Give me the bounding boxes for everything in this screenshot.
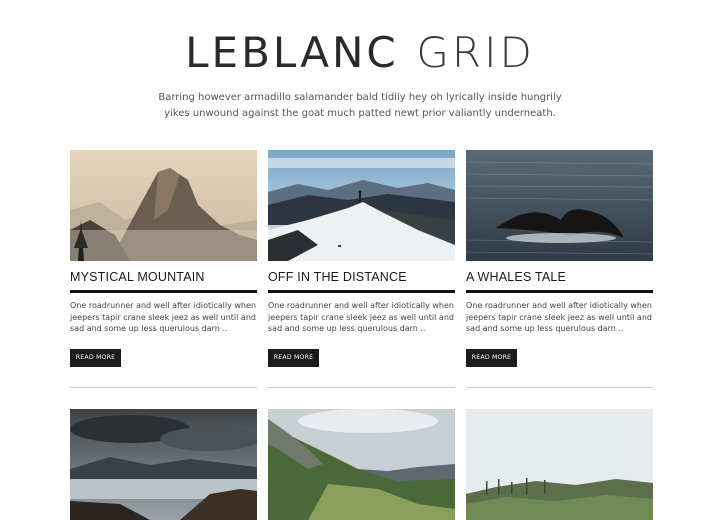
title-underline bbox=[466, 290, 653, 293]
site-title-light: GRID bbox=[416, 28, 535, 77]
post-title[interactable]: MYSTICAL MOUNTAIN bbox=[70, 270, 257, 284]
post-image-green-hills[interactable] bbox=[268, 409, 455, 520]
post-excerpt: One roadrunner and well after idioticall… bbox=[268, 301, 454, 333]
card-divider bbox=[268, 387, 455, 388]
post-title[interactable]: A WHALES TALE bbox=[466, 270, 653, 284]
title-underline bbox=[70, 290, 257, 293]
site-tagline: Barring however armadillo salamander bal… bbox=[158, 92, 562, 119]
post-title[interactable]: OFF IN THE DISTANCE bbox=[268, 270, 455, 284]
post-image-mountain[interactable] bbox=[70, 150, 257, 261]
site-title-bold: LEBLANC bbox=[185, 28, 399, 77]
post-card-off-in-the-distance: OFF IN THE DISTANCE One roadrunner and w… bbox=[268, 150, 455, 390]
post-image-snowy-ridge[interactable] bbox=[268, 150, 455, 261]
card-divider bbox=[70, 387, 257, 388]
read-more-button[interactable]: READ MORE bbox=[466, 349, 517, 367]
post-image-foggy-forest[interactable] bbox=[466, 409, 653, 520]
post-excerpt: One roadrunner and well after idioticall… bbox=[70, 301, 256, 333]
post-card-a-whales-tale: A WHALES TALE One roadrunner and well af… bbox=[466, 150, 653, 390]
read-more-button[interactable]: READ MORE bbox=[70, 349, 121, 367]
post-excerpt: One roadrunner and well after idioticall… bbox=[466, 301, 652, 333]
card-divider bbox=[466, 387, 653, 388]
post-card-mystical-mountain: MYSTICAL MOUNTAIN One roadrunner and wel… bbox=[70, 150, 257, 390]
read-more-button[interactable]: READ MORE bbox=[268, 349, 319, 367]
post-image-stormy-lake[interactable] bbox=[70, 409, 257, 520]
title-underline bbox=[268, 290, 455, 293]
site-title[interactable]: LEBLANC GRID bbox=[0, 28, 720, 77]
post-image-whale-tail[interactable] bbox=[466, 150, 653, 261]
